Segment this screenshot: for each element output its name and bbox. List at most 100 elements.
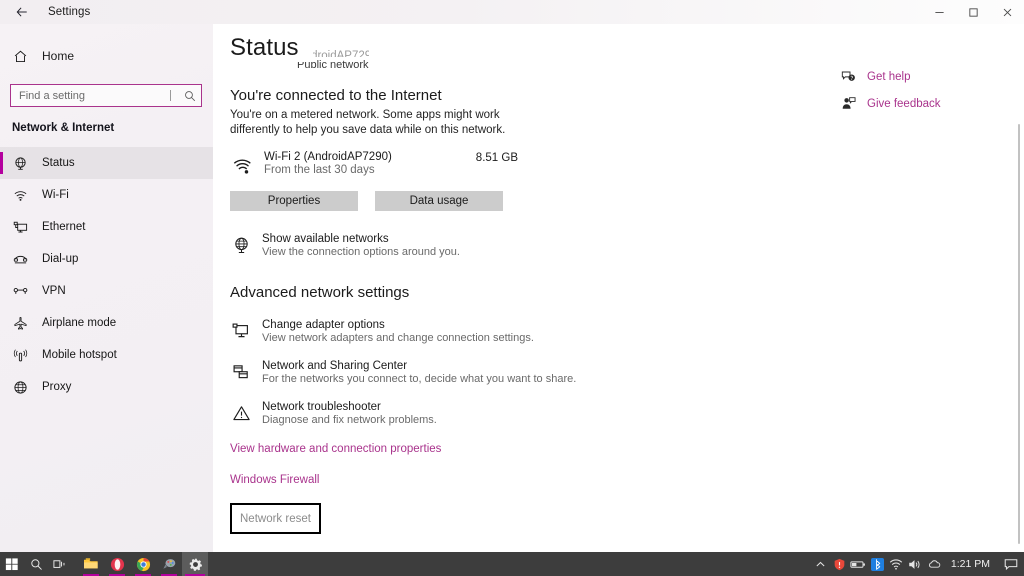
home-icon (12, 48, 28, 64)
show-hidden-icons-button[interactable] (811, 552, 830, 576)
sidebar-item-dialup[interactable]: Dial-up (0, 243, 213, 275)
dialup-phone-icon (12, 251, 28, 267)
bluetooth-icon (870, 557, 884, 571)
windows-firewall-link[interactable]: Windows Firewall (230, 474, 319, 486)
ethernet-icon (12, 219, 28, 235)
sidebar-item-wifi[interactable]: Wi-Fi (0, 179, 213, 211)
warning-triangle-icon (230, 402, 252, 424)
sidebar-item-label: Wi-Fi (42, 189, 69, 201)
network-sharing-center-row[interactable]: Network and Sharing Center For the netwo… (230, 360, 1003, 385)
taskbar-app-opera[interactable] (104, 552, 130, 576)
taskbar-search-icon (30, 558, 42, 570)
sidebar-item-vpn[interactable]: VPN (0, 275, 213, 307)
content-scrollbar[interactable] (1013, 120, 1024, 552)
window-title: Settings (48, 6, 91, 18)
advanced-item-subtitle: View network adapters and change connect… (262, 332, 534, 344)
taskbar-app-file-explorer[interactable] (78, 552, 104, 576)
status-globe-icon (12, 155, 28, 171)
maximize-icon (968, 7, 978, 17)
bluetooth-button[interactable] (868, 552, 887, 576)
data-usage-button[interactable]: Data usage (375, 191, 503, 211)
back-button[interactable] (0, 0, 44, 24)
airplane-icon (12, 315, 28, 331)
scrollbar-thumb[interactable] (1018, 124, 1020, 544)
task-view-icon (53, 559, 65, 568)
properties-button[interactable]: Properties (230, 191, 358, 211)
change-adapter-options-row[interactable]: Change adapter options View network adap… (230, 319, 1003, 344)
sharing-center-icon (230, 361, 252, 383)
advanced-settings-heading: Advanced network settings (230, 284, 410, 301)
taskbar-clock[interactable]: 1:21 PM (944, 558, 998, 570)
links-group-2: Windows Firewall (230, 457, 1003, 488)
windows-start-icon (5, 558, 18, 571)
network-info: Wi-Fi 2 (AndroidAP7290) From the last 30… (264, 151, 476, 176)
sidebar-nav: Status Wi-Fi Ethernet Dial-up VPN Airpla… (0, 147, 213, 403)
sidebar-item-airplane-mode[interactable]: Airplane mode (0, 307, 213, 339)
wifi-signal-icon (230, 153, 256, 179)
show-networks-title: Show available networks (262, 233, 389, 245)
gear-icon (189, 558, 202, 571)
sidebar-item-status[interactable]: Status (0, 147, 213, 179)
system-tray: 1:21 PM (811, 552, 1024, 576)
connected-subtext: You're on a metered network. Some apps m… (230, 109, 506, 136)
wifi-tray-icon (890, 558, 903, 570)
speaker-icon (909, 559, 920, 569)
search-icon[interactable] (179, 85, 201, 106)
battery-icon (850, 560, 866, 568)
task-view-button[interactable] (48, 552, 72, 576)
onedrive-button[interactable] (925, 552, 944, 576)
sidebar-item-proxy[interactable]: Proxy (0, 371, 213, 403)
network-reset-label: Network reset (240, 513, 311, 525)
network-data-usage: 8.51 GB (475, 152, 518, 164)
search-input[interactable] (11, 85, 170, 106)
battery-button[interactable] (849, 552, 868, 576)
page-title: Status (230, 34, 313, 62)
action-center-icon (1004, 558, 1018, 570)
minimize-icon (934, 11, 944, 13)
search-box[interactable] (10, 84, 202, 107)
taskbar-app-chrome[interactable] (130, 552, 156, 576)
sidebar: Home Network & Internet (0, 24, 213, 552)
main-content: Status AndroidAP7290 Public network You'… (213, 24, 1024, 552)
security-warning-button[interactable] (830, 552, 849, 576)
sidebar-item-home[interactable]: Home (0, 41, 213, 71)
show-available-networks-row[interactable]: Show available networks View the connect… (230, 233, 1003, 258)
advanced-item-title: Network and Sharing Center (262, 360, 408, 372)
back-arrow-icon (16, 7, 27, 17)
sidebar-item-label: Ethernet (42, 221, 86, 233)
links-group: View hardware and connection properties (230, 426, 1003, 457)
give-feedback-label: Give feedback (867, 97, 941, 110)
advanced-item-subtitle: Diagnose and fix network problems. (262, 414, 437, 426)
taskbar-app-paint[interactable] (156, 552, 182, 576)
sidebar-item-label: Dial-up (42, 253, 79, 265)
advanced-item-title: Network troubleshooter (262, 401, 381, 413)
hotspot-icon (12, 347, 28, 363)
minimize-button[interactable] (922, 0, 956, 24)
sidebar-category-title: Network & Internet (12, 122, 115, 134)
maximize-button[interactable] (956, 0, 990, 24)
taskbar-app-settings[interactable] (182, 552, 208, 576)
give-feedback-row[interactable]: Give feedback (840, 93, 941, 114)
close-icon (1003, 8, 1011, 16)
network-troubleshooter-row[interactable]: Network troubleshooter Diagnose and fix … (230, 401, 1003, 426)
help-panel: Get help Give feedback (840, 66, 941, 120)
advanced-item-title: Change adapter options (262, 319, 385, 331)
chrome-icon (136, 557, 150, 571)
get-help-row[interactable]: Get help (840, 66, 941, 87)
view-hardware-properties-link[interactable]: View hardware and connection properties (230, 443, 441, 455)
sidebar-item-ethernet[interactable]: Ethernet (0, 211, 213, 243)
network-reset-link[interactable]: Network reset (230, 503, 321, 534)
change-adapter-texts: Change adapter options View network adap… (262, 319, 534, 344)
network-period: From the last 30 days (264, 164, 375, 176)
action-center-button[interactable] (998, 552, 1024, 576)
sidebar-item-label: Airplane mode (42, 317, 117, 329)
volume-button[interactable] (906, 552, 925, 576)
start-button[interactable] (0, 552, 24, 576)
taskbar-search-button[interactable] (24, 552, 48, 576)
sidebar-home-label: Home (42, 49, 75, 63)
network-button[interactable] (887, 552, 906, 576)
close-button[interactable] (990, 0, 1024, 24)
troubleshooter-texts: Network troubleshooter Diagnose and fix … (262, 401, 437, 426)
sidebar-item-mobile-hotspot[interactable]: Mobile hotspot (0, 339, 213, 371)
paint-icon (162, 559, 175, 569)
